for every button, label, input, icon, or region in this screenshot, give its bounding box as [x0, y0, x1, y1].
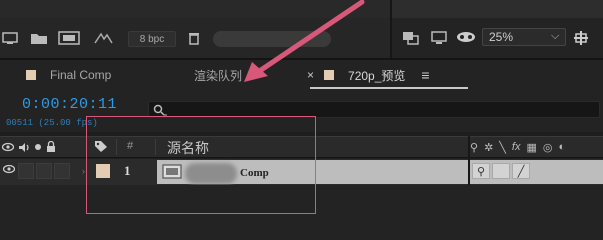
tab-label: 渲染队列 [194, 68, 243, 83]
mask-view-icon[interactable] [456, 30, 476, 46]
panel-menu-icon[interactable]: ≡ [421, 67, 429, 83]
display-icon[interactable] [430, 30, 448, 46]
quality-switch[interactable]: ╱ [512, 163, 530, 179]
eye-icon[interactable] [2, 142, 14, 152]
trash-icon[interactable] [186, 30, 202, 46]
folder-icon[interactable] [30, 30, 48, 46]
shy-switch[interactable]: ⚲ [472, 163, 490, 179]
toolbar-slider[interactable] [213, 31, 331, 47]
motion-blur-icon[interactable]: ◎ [543, 141, 553, 154]
active-tab-indicator [310, 87, 468, 89]
collapse-switch[interactable] [492, 163, 510, 179]
frame-blend-icon[interactable]: ▦ [526, 141, 536, 154]
quality-icon[interactable]: ╲ [499, 141, 506, 154]
top-panel [0, 0, 392, 18]
tab-720p-preview[interactable]: × 720p_预览 ≡ [307, 66, 430, 84]
layers-icon[interactable] [402, 30, 420, 46]
adjustment-icon[interactable]: ◐ [558, 141, 565, 153]
transparency-grid-icon[interactable] [92, 30, 114, 46]
composition-icon[interactable] [58, 30, 80, 46]
audio-toggle[interactable] [18, 163, 34, 179]
av-features-header [2, 140, 56, 154]
monitor-icon[interactable] [2, 30, 18, 46]
tab-final-comp[interactable]: Final Comp [26, 66, 111, 84]
eye-icon[interactable] [3, 164, 15, 174]
bit-depth-button[interactable]: 8 bpc [128, 31, 176, 47]
audio-icon[interactable] [18, 142, 30, 153]
shy-icon[interactable]: ⚲ [470, 141, 478, 154]
tab-label: Final Comp [50, 68, 112, 82]
lock-icon[interactable] [46, 141, 56, 153]
comp-color-swatch [324, 70, 335, 80]
current-time-display[interactable]: 0:00:20:11 [22, 96, 117, 113]
comp-color-swatch [26, 70, 36, 80]
collapse-icon[interactable]: ✲ [484, 141, 493, 154]
annotation-highlight-box [86, 116, 316, 214]
tab-label: 720p_预览 [348, 68, 406, 83]
grid-guides-icon[interactable] [572, 30, 590, 46]
solo-icon[interactable] [34, 143, 42, 151]
lock-toggle[interactable] [54, 163, 70, 179]
switches-header: ⚲ ✲ ╲ fx ▦ ◎ ◐ [470, 140, 565, 154]
frame-info: 00511 (25.00 fps) [6, 118, 98, 128]
solo-toggle[interactable] [36, 163, 52, 179]
fx-icon[interactable]: fx [512, 141, 521, 153]
close-icon[interactable]: × [307, 68, 314, 82]
expand-arrow-icon[interactable]: › [82, 166, 85, 176]
tab-render-queue[interactable]: 渲染队列 [194, 66, 242, 84]
zoom-value: 25% [489, 30, 514, 44]
search-icon [153, 104, 167, 116]
chevron-down-icon[interactable]: ⌵ [551, 30, 559, 43]
